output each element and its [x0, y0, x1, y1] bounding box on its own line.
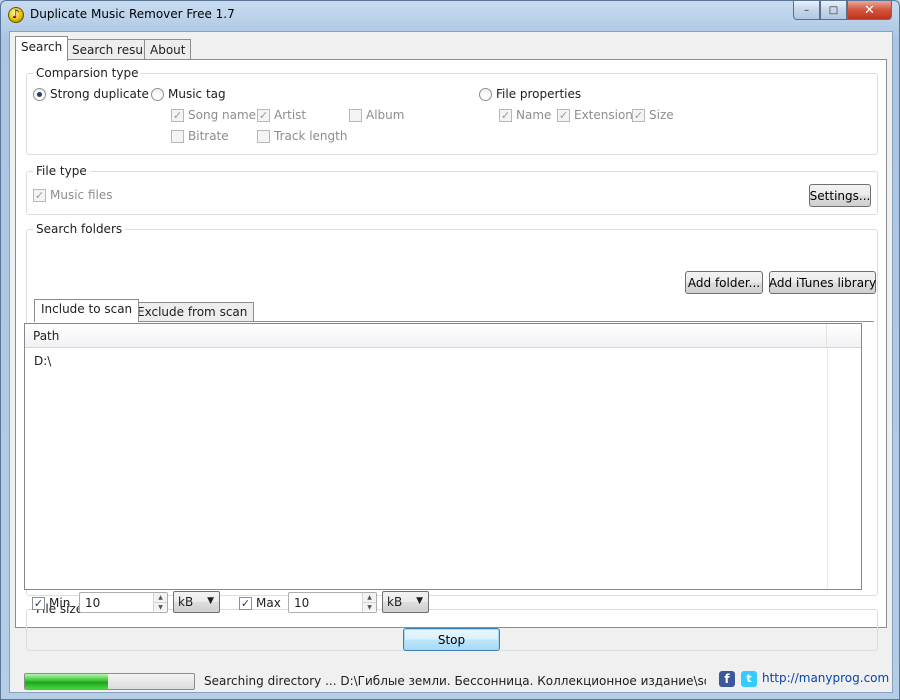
checkbox-box	[171, 129, 184, 143]
status-text: Searching directory ... D:\Гиблые земли.…	[204, 674, 706, 688]
checkbox-box	[349, 108, 362, 122]
tab-search[interactable]: Search	[15, 36, 69, 61]
maximize-button[interactable]: □	[820, 1, 847, 20]
strong-duplicate-label: Strong duplicate	[50, 87, 149, 101]
check-icon: ✓	[32, 596, 45, 610]
size-label: Size	[649, 108, 674, 122]
file-type-legend: File type	[33, 164, 90, 178]
track-length-label: Track length	[274, 129, 348, 143]
strong-duplicate-radio[interactable]: Strong duplicate	[33, 87, 149, 101]
music-tag-radio[interactable]: Music tag	[151, 87, 226, 101]
check-icon: ✓	[239, 596, 252, 610]
comparison-type-legend: Comparsion type	[33, 66, 142, 80]
window-controls: – □ ✕	[793, 1, 892, 21]
app-window: Duplicate Music Remover Free 1.7 – □ ✕ S…	[0, 0, 900, 700]
inner-tab-line	[34, 321, 874, 322]
stop-button[interactable]: Stop	[403, 628, 500, 651]
music-files-label: Music files	[50, 188, 113, 202]
client-area: Search Search result About Comparsion ty…	[9, 31, 893, 693]
check-icon: ✓	[632, 108, 645, 122]
music-files-checkbox[interactable]: ✓ Music files	[33, 188, 112, 202]
size-checkbox[interactable]: ✓ Size	[632, 108, 674, 122]
scan-paths-list[interactable]: Path D:\	[24, 323, 862, 590]
website-link[interactable]: http://manyprog.com	[762, 671, 889, 685]
close-button[interactable]: ✕	[847, 1, 892, 20]
music-tag-label: Music tag	[168, 87, 226, 101]
spin-up-icon[interactable]: ▲	[363, 593, 376, 602]
song-name-checkbox[interactable]: ✓ Song name	[171, 108, 256, 122]
name-label: Name	[516, 108, 552, 122]
max-unit-select[interactable]: kB ▼	[382, 591, 429, 613]
artist-checkbox[interactable]: ✓ Artist	[257, 108, 306, 122]
max-label: Max	[256, 596, 281, 610]
max-size-input[interactable]: 10 ▲ ▼	[288, 592, 377, 613]
app-icon	[8, 7, 24, 23]
max-size-value: 10	[294, 596, 310, 610]
max-spinner[interactable]: ▲ ▼	[362, 593, 376, 612]
check-icon: ✓	[557, 108, 570, 122]
min-unit-value: kB	[178, 595, 194, 609]
file-properties-label: File properties	[496, 87, 582, 101]
min-label: Min	[49, 596, 71, 610]
progress-fill	[25, 674, 108, 689]
list-header: Path	[25, 324, 861, 348]
checkbox-box	[257, 129, 270, 143]
check-icon: ✓	[171, 108, 184, 122]
spin-down-icon[interactable]: ▼	[363, 602, 376, 611]
list-item[interactable]: D:\	[34, 354, 51, 368]
settings-button[interactable]: Settings...	[809, 184, 871, 207]
name-checkbox[interactable]: ✓ Name	[499, 108, 551, 122]
search-folders-legend: Search folders	[33, 222, 126, 236]
path-column-header[interactable]: Path	[25, 324, 827, 348]
radio-indicator	[479, 87, 492, 101]
artist-label: Artist	[274, 108, 307, 122]
radio-indicator	[33, 87, 46, 101]
comparison-type-group: Comparsion type Strong duplicate Music t…	[26, 66, 878, 155]
song-name-label: Song name	[188, 108, 257, 122]
track-length-checkbox[interactable]: Track length	[257, 129, 347, 143]
search-tab-page: Comparsion type Strong duplicate Music t…	[15, 59, 887, 651]
facebook-icon[interactable]: f	[719, 671, 735, 687]
check-icon: ✓	[499, 108, 512, 122]
max-size-checkbox[interactable]: ✓ Max	[239, 596, 281, 610]
tab-include-to-scan[interactable]: Include to scan	[34, 299, 140, 322]
add-folder-button[interactable]: Add folder...	[685, 271, 763, 294]
album-checkbox[interactable]: Album	[349, 108, 404, 122]
minimize-button[interactable]: –	[793, 1, 820, 20]
min-size-value: 10	[85, 596, 101, 610]
chevron-down-icon: ▼	[416, 596, 423, 606]
twitter-icon[interactable]: t	[741, 671, 757, 687]
spin-up-icon[interactable]: ▲	[154, 593, 167, 602]
bitrate-label: Bitrate	[188, 129, 229, 143]
spin-down-icon[interactable]: ▼	[154, 602, 167, 611]
extension-label: Extension	[574, 108, 633, 122]
album-label: Album	[366, 108, 405, 122]
file-type-group: File type ✓ Music files Settings...	[26, 164, 878, 215]
chevron-down-icon: ▼	[207, 596, 214, 606]
max-unit-value: kB	[387, 595, 403, 609]
title-bar[interactable]: Duplicate Music Remover Free 1.7 – □ ✕	[1, 1, 899, 29]
tab-about[interactable]: About	[144, 39, 192, 61]
window-title: Duplicate Music Remover Free 1.7	[30, 7, 235, 21]
min-unit-select[interactable]: kB ▼	[173, 591, 220, 613]
min-spinner[interactable]: ▲ ▼	[153, 593, 167, 612]
check-icon: ✓	[33, 188, 46, 202]
check-icon: ✓	[257, 108, 270, 122]
add-itunes-library-button[interactable]: Add iTunes library	[769, 271, 876, 294]
column-separator	[827, 348, 828, 589]
radio-indicator	[151, 87, 164, 101]
file-properties-radio[interactable]: File properties	[479, 87, 581, 101]
scan-progress-bar	[24, 673, 195, 690]
tab-exclude-from-scan[interactable]: Exclude from scan	[130, 302, 255, 322]
min-size-input[interactable]: 10 ▲ ▼	[79, 592, 168, 613]
extension-checkbox[interactable]: ✓ Extension	[557, 108, 633, 122]
min-size-checkbox[interactable]: ✓ Min	[32, 596, 70, 610]
bitrate-checkbox[interactable]: Bitrate	[171, 129, 229, 143]
